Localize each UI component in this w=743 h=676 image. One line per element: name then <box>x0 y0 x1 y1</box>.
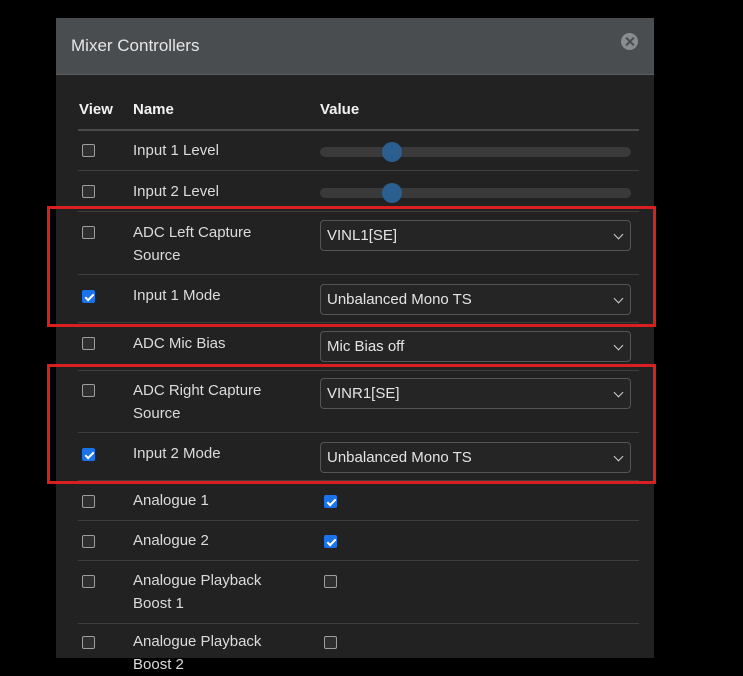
column-header-value: Value <box>320 101 360 118</box>
control-name: Input 1 Level <box>133 142 219 159</box>
view-checkbox[interactable] <box>82 144 95 157</box>
header-divider <box>78 129 639 131</box>
control-name: Analogue Playback Boost 1 <box>133 572 262 612</box>
row-divider <box>78 520 639 521</box>
view-checkbox[interactable] <box>82 337 95 350</box>
adc-mic-bias-select[interactable]: Mic Bias off <box>320 331 631 362</box>
value-checkbox[interactable] <box>324 535 337 548</box>
value-checkbox[interactable] <box>324 575 337 588</box>
view-checkbox[interactable] <box>82 185 95 198</box>
input-1-level-slider[interactable] <box>320 142 631 162</box>
row-divider <box>78 560 639 561</box>
view-checkbox[interactable] <box>82 495 95 508</box>
control-name: Input 2 Level <box>133 183 219 200</box>
chevron-down-icon <box>613 340 624 351</box>
value-checkbox[interactable] <box>324 636 337 649</box>
close-icon[interactable] <box>621 33 638 50</box>
slider-knob[interactable] <box>381 142 402 162</box>
value-checkbox[interactable] <box>324 495 337 508</box>
view-checkbox[interactable] <box>82 575 95 588</box>
row-divider <box>78 623 639 624</box>
column-header-name: Name <box>133 101 174 118</box>
highlight-box-input-1 <box>47 206 656 327</box>
control-name: Analogue 1 <box>133 492 209 509</box>
input-2-level-slider[interactable] <box>320 183 631 203</box>
slider-knob[interactable] <box>381 183 402 203</box>
highlight-box-input-2 <box>47 364 656 484</box>
control-name: Analogue Playback Boost 2 <box>133 633 262 673</box>
column-header-view: View <box>79 101 113 118</box>
control-name: ADC Mic Bias <box>133 335 226 352</box>
view-checkbox[interactable] <box>82 535 95 548</box>
dialog-title: Mixer Controllers <box>71 36 200 55</box>
selected-value: Mic Bias off <box>327 338 405 355</box>
mixer-controllers-dialog: Mixer Controllers View Name Value Input … <box>56 18 654 673</box>
row-divider <box>78 170 639 171</box>
dialog-header: Mixer Controllers <box>56 18 654 75</box>
control-name: Analogue 2 <box>133 532 209 549</box>
view-checkbox[interactable] <box>82 636 95 649</box>
